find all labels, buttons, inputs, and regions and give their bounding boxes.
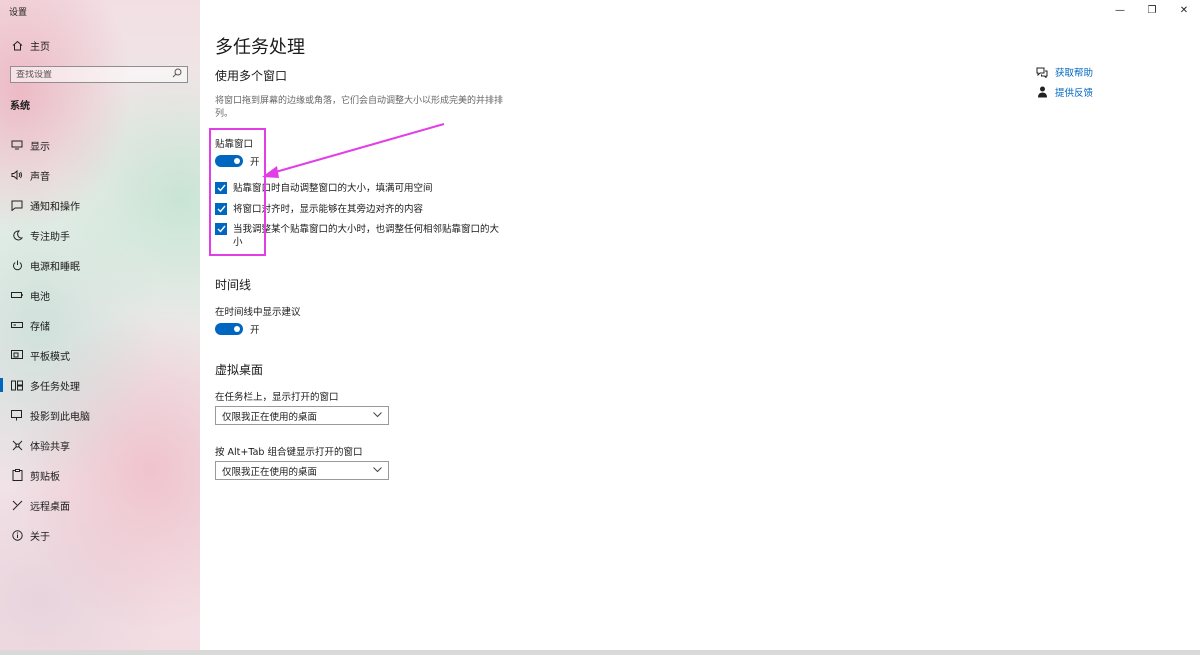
checkbox-label: 当我调整某个贴靠窗口的大小时，也调整任何相邻贴靠窗口的大小 (233, 224, 500, 248)
sidebar-item-label: 主页 (30, 42, 50, 53)
sidebar-item-label: 平板模式 (30, 351, 70, 363)
minimize-button[interactable]: — (1104, 0, 1136, 20)
moon-icon (10, 228, 24, 242)
search-input[interactable] (16, 69, 172, 80)
maximize-button[interactable]: ❐ (1136, 0, 1168, 20)
sidebar-item-tablet-mode[interactable]: 平板模式 (0, 340, 200, 370)
close-button[interactable]: ✕ (1168, 0, 1200, 20)
remote-icon (10, 498, 24, 512)
sidebar-item-clipboard[interactable]: 剪贴板 (0, 460, 200, 490)
feedback-link[interactable]: 提供反馈 (1035, 82, 1093, 102)
notification-icon (10, 198, 24, 212)
sidebar-item-label: 关于 (30, 531, 50, 543)
window-controls: — ❐ ✕ (1104, 0, 1200, 20)
storage-icon (10, 318, 24, 332)
sidebar-item-project[interactable]: 投影到此电脑 (0, 400, 200, 430)
section-title-timeline: 时间线 (215, 278, 252, 292)
sidebar-item-power-sleep[interactable]: 电源和睡眠 (0, 250, 200, 280)
sidebar-item-label: 体验共享 (30, 441, 70, 453)
multitask-icon (10, 378, 24, 392)
search-icon[interactable] (172, 68, 182, 81)
sidebar-item-label: 剪贴板 (30, 471, 60, 483)
taskbar-windows-dropdown[interactable]: 仅限我正在使用的桌面 (215, 406, 389, 425)
sidebar-item-focus-assist[interactable]: 专注助手 (0, 220, 200, 250)
help-links: 获取帮助 提供反馈 (1035, 62, 1093, 102)
section-title-virtual-desktops: 虚拟桌面 (215, 363, 264, 377)
speaker-icon (10, 168, 24, 182)
share-icon (10, 438, 24, 452)
main-content: — ❐ ✕ 多任务处理 使用多个窗口 将窗口拖到屏幕的边缘或角落，它们会自动调整… (200, 0, 1200, 650)
page-title: 多任务处理 (215, 37, 305, 58)
power-icon (10, 258, 24, 272)
get-help-label[interactable]: 获取帮助 (1055, 65, 1093, 79)
sidebar-item-label: 显示 (30, 141, 50, 153)
sidebar-item-label: 电源和睡眠 (30, 261, 80, 273)
clipboard-icon (10, 468, 24, 482)
search-box[interactable] (10, 66, 188, 83)
sidebar-item-label: 专注助手 (30, 231, 70, 243)
timeline-suggestions-toggle[interactable] (215, 323, 243, 335)
timeline-toggle-row[interactable]: 开 (215, 322, 260, 336)
tablet-icon (10, 348, 24, 362)
snap-description: 将窗口拖到屏幕的边缘或角落，它们会自动调整大小以形成完美的并排排列。 (215, 96, 504, 119)
app-title: 设置 (9, 8, 28, 18)
sidebar-item-display[interactable]: 显示 (0, 130, 200, 160)
dropdown-value: 仅限我正在使用的桌面 (222, 466, 318, 478)
sidebar-item-home[interactable]: 主页 (10, 38, 50, 53)
sidebar-item-storage[interactable]: 存储 (0, 310, 200, 340)
home-icon (10, 40, 24, 51)
sidebar-group-title: 系统 (10, 101, 30, 112)
sidebar-nav: 显示 声音 通知和操作 专注助手 电源和睡眠 电池 存储 平板模式 多任务处理 … (0, 130, 200, 550)
alttab-windows-dropdown[interactable]: 仅限我正在使用的桌面 (215, 461, 389, 480)
timeline-suggestions-label: 在时间线中显示建议 (215, 307, 301, 318)
chevron-down-icon (373, 465, 382, 476)
sidebar-item-remote-desktop[interactable]: 远程桌面 (0, 490, 200, 520)
sidebar-item-sound[interactable]: 声音 (0, 160, 200, 190)
battery-icon (10, 288, 24, 302)
monitor-icon (10, 138, 24, 152)
sidebar-item-label: 远程桌面 (30, 501, 70, 513)
feedback-person-icon (1035, 86, 1049, 98)
annotation-highlight-box (209, 128, 266, 256)
feedback-label[interactable]: 提供反馈 (1055, 85, 1093, 99)
sidebar-item-label: 电池 (30, 291, 50, 303)
sidebar-item-battery[interactable]: 电池 (0, 280, 200, 310)
help-chat-icon (1035, 67, 1049, 78)
toggle-state-label: 开 (250, 325, 260, 336)
sidebar-item-notifications[interactable]: 通知和操作 (0, 190, 200, 220)
taskbar-strip (0, 650, 1200, 655)
get-help-link[interactable]: 获取帮助 (1035, 62, 1093, 82)
alttab-windows-label: 按 Alt+Tab 组合键显示打开的窗口 (215, 447, 363, 458)
sidebar-item-about[interactable]: 关于 (0, 520, 200, 550)
sidebar-item-multitasking[interactable]: 多任务处理 (0, 370, 200, 400)
section-title-snap: 使用多个窗口 (215, 69, 288, 83)
sidebar-item-label: 通知和操作 (30, 201, 80, 213)
dropdown-value: 仅限我正在使用的桌面 (222, 411, 318, 423)
sidebar-item-label: 存储 (30, 321, 50, 333)
taskbar-windows-label: 在任务栏上，显示打开的窗口 (215, 392, 339, 403)
sidebar-item-label: 多任务处理 (30, 381, 80, 393)
sidebar-item-label: 声音 (30, 171, 50, 183)
chevron-down-icon (373, 410, 382, 421)
sidebar-item-label: 投影到此电脑 (30, 411, 90, 423)
sidebar: 设置 主页 系统 显示 声音 通知和操作 专注助手 (0, 0, 200, 655)
sidebar-item-shared-experiences[interactable]: 体验共享 (0, 430, 200, 460)
info-icon (10, 528, 24, 542)
projector-icon (10, 408, 24, 422)
